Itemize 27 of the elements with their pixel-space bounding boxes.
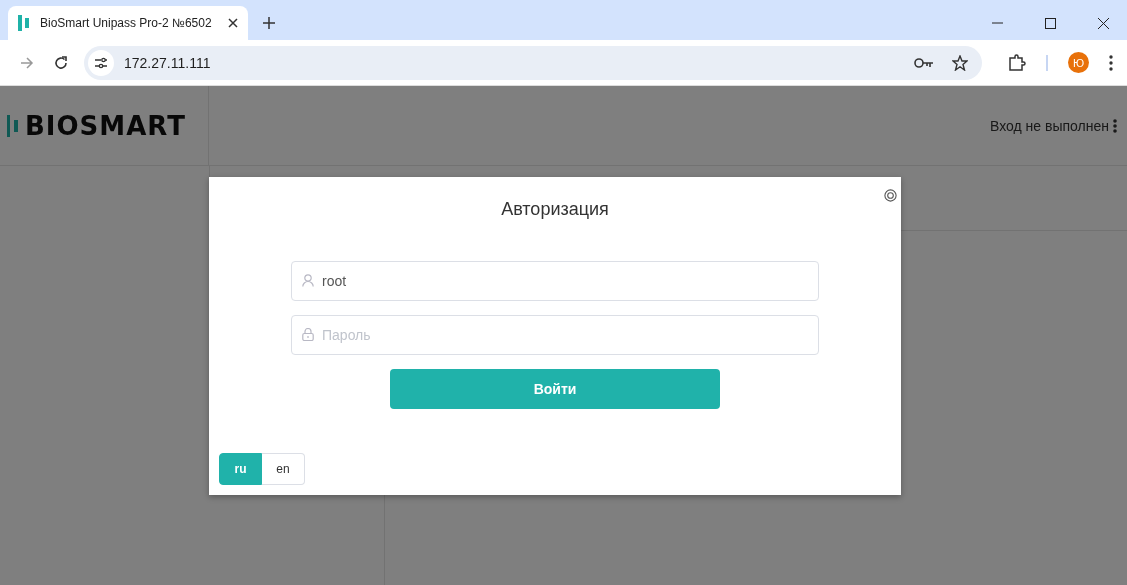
address-bar[interactable]: 172.27.11.111 bbox=[84, 45, 982, 80]
kebab-menu-icon[interactable] bbox=[1113, 118, 1117, 133]
logo-bars-icon bbox=[18, 15, 30, 31]
language-toggle[interactable]: en bbox=[262, 453, 305, 485]
tab-title: BioSmart Unipass Pro-2 №6502 bbox=[40, 16, 213, 30]
url-text: 172.27.11.111 bbox=[124, 54, 211, 71]
maximize-icon[interactable] bbox=[1045, 17, 1056, 29]
site-settings-icon[interactable] bbox=[88, 49, 114, 76]
user-icon bbox=[302, 274, 314, 287]
login-status[interactable]: Вход не выполнен bbox=[990, 117, 1109, 134]
browser-tab[interactable]: BioSmart Unipass Pro-2 №6502 bbox=[8, 6, 248, 40]
username-field[interactable]: root bbox=[291, 261, 819, 301]
logo-text: BIOSMART bbox=[25, 110, 186, 141]
new-tab-icon[interactable] bbox=[263, 17, 275, 29]
more-menu-icon[interactable] bbox=[1109, 54, 1113, 71]
lifebuoy-icon[interactable] bbox=[884, 189, 897, 202]
dialog-title: Авторизация bbox=[501, 199, 609, 220]
close-tab-icon[interactable] bbox=[228, 18, 238, 28]
lock-icon bbox=[302, 328, 314, 341]
logo-bars-icon bbox=[7, 114, 19, 137]
password-field[interactable]: Пароль bbox=[291, 315, 819, 355]
close-window-icon[interactable] bbox=[1098, 17, 1109, 29]
star-icon[interactable] bbox=[952, 54, 968, 71]
forward-arrow-icon[interactable] bbox=[20, 56, 34, 69]
puzzle-icon[interactable] bbox=[1008, 53, 1026, 72]
key-icon[interactable] bbox=[914, 57, 934, 68]
reload-icon[interactable] bbox=[54, 55, 68, 70]
